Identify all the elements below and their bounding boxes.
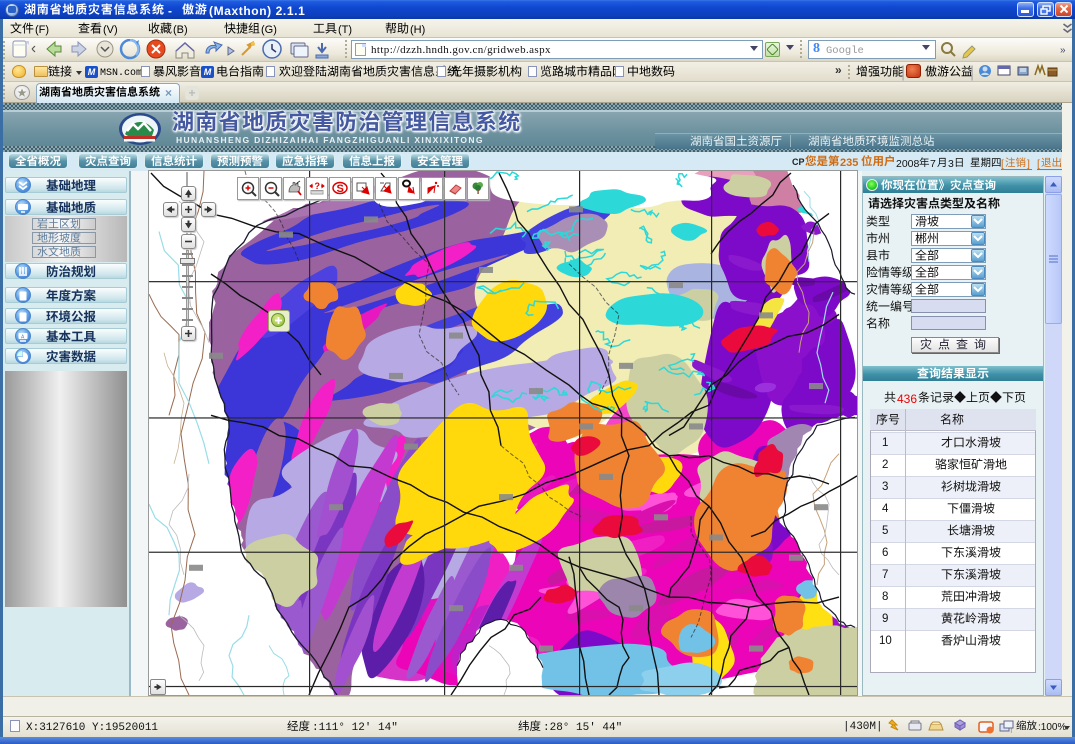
svg-text:?: ? (315, 181, 321, 191)
svg-text:S: S (337, 183, 344, 195)
